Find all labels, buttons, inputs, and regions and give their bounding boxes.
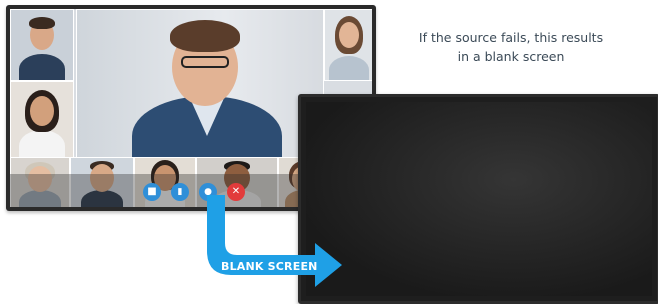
participant-tile (10, 81, 74, 159)
camera-icon: ■ (147, 186, 157, 197)
participant-tile (10, 9, 74, 81)
signal-icon: ▮ (177, 186, 183, 197)
blank-screen (306, 102, 652, 296)
caption-line-2: in a blank screen (457, 49, 565, 64)
main-speaker-tile (76, 9, 324, 159)
camera-button[interactable]: ■ (143, 183, 161, 201)
arrow-icon (207, 195, 342, 287)
arrow-label: BLANK SCREEN (221, 260, 318, 273)
caption: If the source fails, this results in a b… (388, 28, 634, 66)
participant-tile (324, 9, 372, 81)
glasses-icon (181, 56, 229, 68)
blank-display (298, 94, 658, 304)
caption-line-1: If the source fails, this results (418, 30, 604, 45)
speaker-hair (170, 20, 240, 52)
signal-button[interactable]: ▮ (171, 183, 189, 201)
